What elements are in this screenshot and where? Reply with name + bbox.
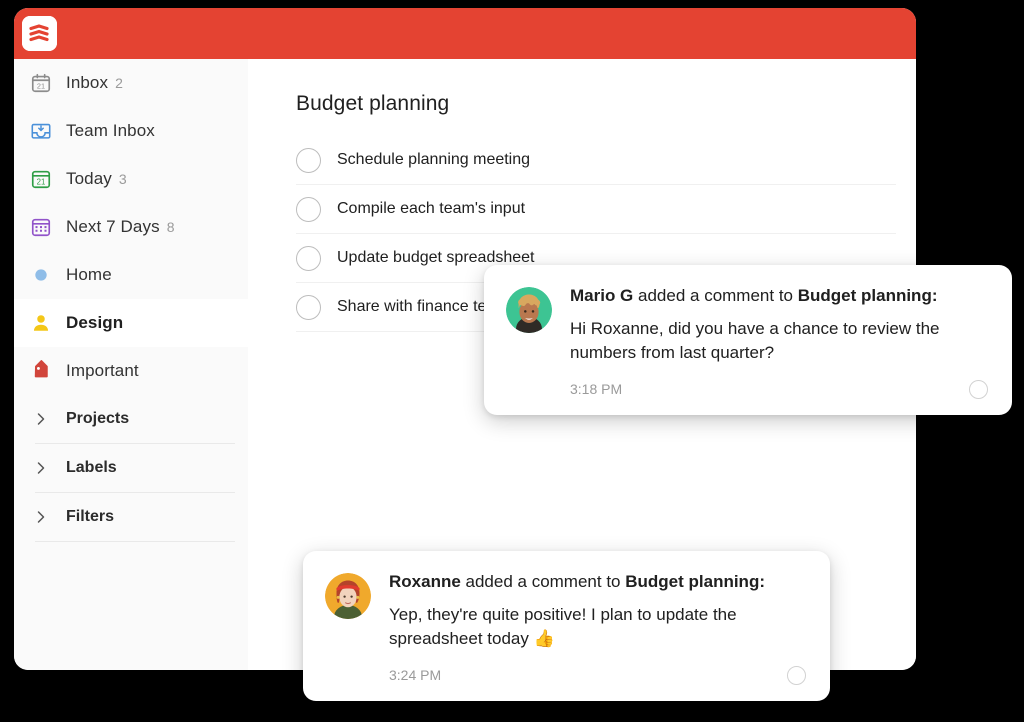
sidebar-item-count: 3 [118,171,127,187]
todoist-logo-icon[interactable] [22,16,57,51]
sidebar-item-count: 2 [115,75,123,91]
avatar-roxanne-icon [325,573,371,619]
avatar-mario-icon [506,287,552,333]
thumbs-up-emoji-icon: 👍 [533,629,555,649]
task-label: Compile each team's input [337,200,526,217]
task-row[interactable]: Schedule planning meeting [296,136,896,185]
chevron-right-icon [28,504,54,530]
notification-action: added a comment to [633,286,798,305]
sidebar-item-inbox[interactable]: 21 Inbox 2 [14,59,248,107]
sidebar-item-today[interactable]: 21 Today 3 [14,155,248,203]
sidebar-item-label: Important [66,361,139,380]
tag-red-icon [28,358,54,384]
task-checkbox[interactable] [296,147,321,173]
notification-complete-checkbox[interactable] [969,379,988,399]
notification-complete-checkbox[interactable] [787,665,806,685]
dot-blue-icon [28,262,54,288]
sidebar-item-label: Home [66,265,112,284]
notification-card-mario[interactable]: Mario G added a comment to Budget planni… [484,265,1012,415]
task-checkbox[interactable] [296,294,321,320]
calendar-21-gray-icon: 21 [28,70,54,96]
sidebar-section-label: Filters [66,508,115,525]
calendar-21-green-icon: 21 [28,166,54,192]
notification-action: added a comment to [460,572,626,591]
sidebar-item-important[interactable]: Important [14,347,248,395]
inbox-tray-blue-icon [28,118,54,144]
sidebar-item-home[interactable]: Home [14,251,248,299]
sidebar-section-projects[interactable]: Projects [14,395,248,443]
sidebar-item-label: Next 7 Days [66,217,160,236]
sidebar-section-label: Labels [66,459,117,476]
chevron-right-icon [28,455,54,481]
sidebar-section-label: Projects [66,410,130,427]
notification-timestamp: 3:18 PM [570,381,623,397]
sidebar: 21 Inbox 2 Team Inbox 21 Today 3 Next 7 … [14,59,248,670]
notification-timestamp: 3:24 PM [389,667,442,683]
sidebar-item-team-inbox[interactable]: Team Inbox [14,107,248,155]
sidebar-divider [35,541,235,542]
notification-target: Budget planning: [625,572,765,591]
sidebar-item-label: Team Inbox [66,121,155,140]
task-checkbox[interactable] [296,196,321,222]
task-row[interactable]: Compile each team's input [296,185,896,234]
sidebar-item-label: Today [66,169,112,188]
screen-root: 21 Inbox 2 Team Inbox 21 Today 3 Next 7 … [0,0,1024,722]
sidebar-item-label: Design [66,313,124,332]
svg-text:21: 21 [37,178,46,187]
notification-message-text: Yep, they're quite positive! I plan to u… [389,605,737,649]
task-checkbox[interactable] [296,245,321,271]
notification-target: Budget planning: [797,286,938,305]
task-label: Share with finance team [337,298,509,315]
notification-headline: Mario G added a comment to Budget planni… [570,285,988,306]
notification-headline: Roxanne added a comment to Budget planni… [389,571,806,592]
notification-actor: Mario G [570,286,634,305]
chevron-right-icon [28,406,54,432]
notification-card-roxanne[interactable]: Roxanne added a comment to Budget planni… [303,551,830,701]
sidebar-item-label: Inbox [66,73,109,92]
notification-actor: Roxanne [389,572,461,591]
sidebar-section-labels[interactable]: Labels [14,444,248,492]
page-title: Budget planning [296,92,450,115]
sidebar-item-count: 8 [166,219,175,235]
person-yellow-icon [28,310,54,336]
notification-message: Hi Roxanne, did you have a chance to rev… [570,319,940,363]
app-titlebar [14,8,916,59]
task-label: Schedule planning meeting [337,151,531,168]
svg-text:21: 21 [37,82,45,91]
sidebar-section-filters[interactable]: Filters [14,493,248,541]
sidebar-item-next-7-days[interactable]: Next 7 Days 8 [14,203,248,251]
calendar-grid-purple-icon [28,214,54,240]
sidebar-item-design[interactable]: Design [14,299,248,347]
notification-message: Yep, they're quite positive! I plan to u… [389,603,806,651]
